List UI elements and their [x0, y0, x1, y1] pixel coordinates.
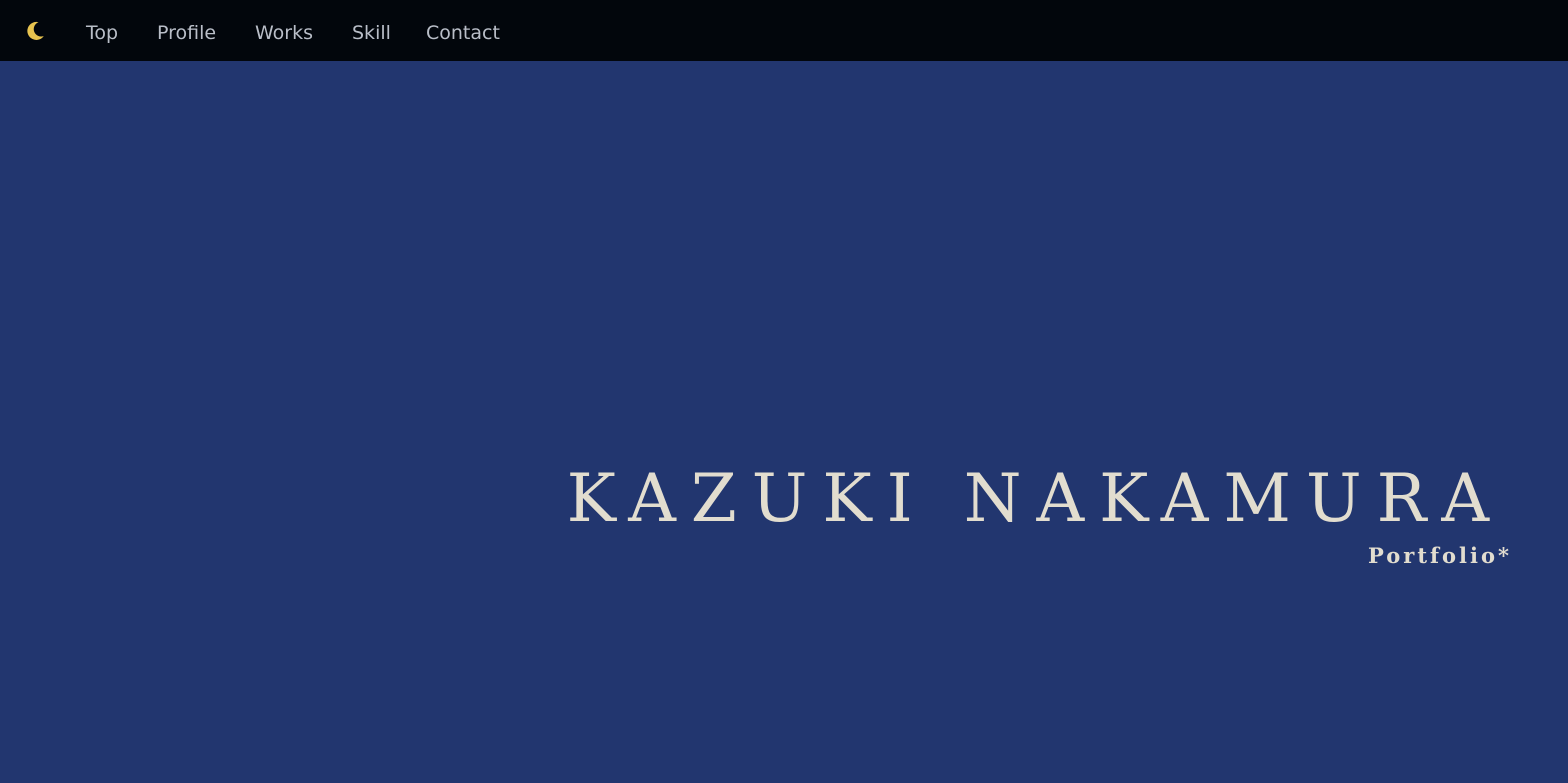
nav-link-skill[interactable]: Skill — [352, 20, 391, 46]
nav-link-contact[interactable]: Contact — [426, 20, 500, 46]
crescent-moon-icon[interactable] — [24, 20, 46, 42]
hero-section: KAZUKI NAKAMURA Portfolio* — [0, 61, 1568, 783]
hero-name-heading: KAZUKI NAKAMURA — [566, 460, 1504, 537]
nav-link-profile[interactable]: Profile — [157, 20, 216, 46]
nav-link-works[interactable]: Works — [255, 20, 313, 46]
crescent-moon-icon-svg — [27, 21, 44, 40]
hero-subtitle: Portfolio* — [1368, 543, 1512, 568]
top-navbar: Top Profile Works Skill Contact — [0, 0, 1568, 61]
nav-link-top[interactable]: Top — [86, 20, 118, 46]
